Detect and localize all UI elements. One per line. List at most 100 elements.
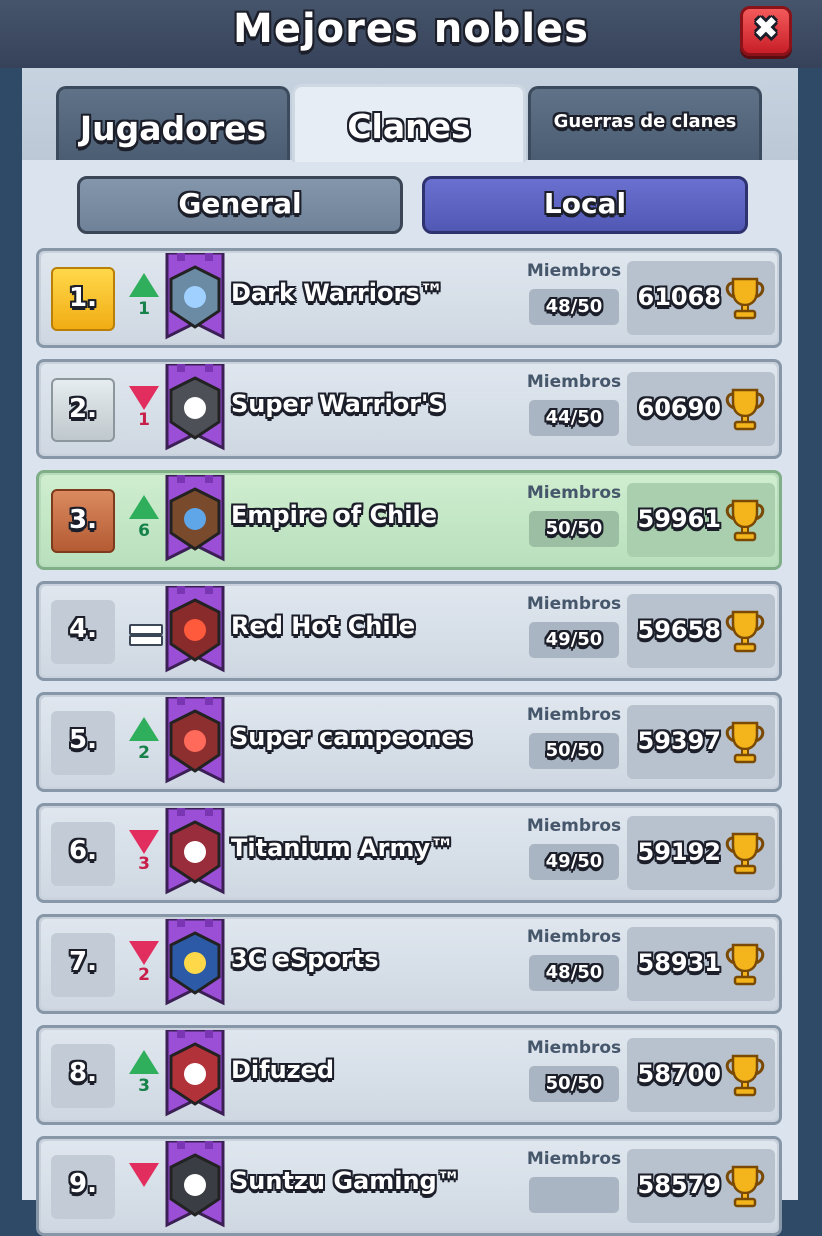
clan-name[interactable]: Dark Warriors™	[231, 279, 444, 307]
members-label: Miembros	[526, 261, 622, 281]
trophy-box: 59192	[627, 816, 775, 890]
tab-guerras-de-clanes[interactable]: Guerras de clanes	[528, 86, 762, 160]
tab-guerras-label: Guerras de clanes	[553, 111, 737, 132]
trend-up-icon	[129, 273, 159, 297]
members-count: 50/50	[545, 740, 603, 761]
clan-badge-icon	[165, 475, 225, 562]
trophy-box: 61068	[627, 261, 775, 335]
trophy-icon	[725, 499, 765, 542]
members-count: 49/50	[545, 629, 603, 650]
rank-change: 3	[138, 854, 150, 874]
clan-name[interactable]: Difuzed	[231, 1056, 334, 1084]
rank-badge: 7.	[51, 933, 115, 997]
clan-badge-icon	[165, 586, 225, 673]
clan-name[interactable]: 3C eSports	[231, 945, 379, 973]
leaderboard-panel: Jugadores Clanes Guerras de clanes Gener…	[22, 68, 798, 1236]
clan-badge-icon	[165, 808, 225, 895]
trophy-count: 58579	[637, 1171, 722, 1199]
segment-local-label: Local	[543, 187, 627, 220]
members-count-box: 50/50	[529, 733, 619, 769]
clan-row[interactable]: 1. 1 Dark Warriors™ Miembros 48/50 61068	[36, 248, 782, 348]
trophy-icon	[725, 832, 765, 875]
clan-badge-icon	[165, 253, 225, 340]
trend-up-icon	[129, 495, 159, 519]
clan-name[interactable]: Empire of Chile	[231, 501, 437, 529]
rank-badge: 2.	[51, 378, 115, 442]
clan-row[interactable]: 3. 6 Empire of Chile Miembros 50/50 59961	[36, 470, 782, 570]
rank-change: 1	[138, 410, 150, 430]
clan-badge-icon	[165, 1141, 225, 1228]
rank-badge: 5.	[51, 711, 115, 775]
trend-up-icon	[129, 717, 159, 741]
tab-jugadores-label: Jugadores	[79, 109, 267, 148]
members-count: 48/50	[545, 962, 603, 983]
clan-name[interactable]: Suntzu Gaming™	[231, 1167, 461, 1195]
members-count-box: 49/50	[529, 622, 619, 658]
trend-down-icon	[129, 941, 159, 965]
members-label: Miembros	[526, 1038, 622, 1058]
tab-jugadores[interactable]: Jugadores	[56, 86, 290, 160]
trophy-icon	[725, 610, 765, 653]
clan-name[interactable]: Super campeones	[231, 723, 472, 751]
rank-number: 2.	[69, 394, 97, 424]
members-count-box	[529, 1177, 619, 1213]
trophy-box: 59961	[627, 483, 775, 557]
rank-badge: 3.	[51, 489, 115, 553]
clan-name[interactable]: Red Hot Chile	[231, 612, 415, 640]
trophy-count: 59397	[637, 727, 722, 755]
rank-badge: 1.	[51, 267, 115, 331]
members-count: 50/50	[545, 1073, 603, 1094]
members-label: Miembros	[526, 594, 622, 614]
trophy-box: 58931	[627, 927, 775, 1001]
members-label: Miembros	[526, 927, 622, 947]
trophy-icon	[725, 277, 765, 320]
clan-row[interactable]: 4. Red Hot Chile Miembros 49/50 59658	[36, 581, 782, 681]
members-count-box: 48/50	[529, 289, 619, 325]
rank-trend	[127, 602, 163, 662]
trend-down-icon	[129, 1163, 159, 1187]
rank-change: 6	[138, 521, 150, 541]
members-label: Miembros	[526, 372, 622, 392]
clan-name[interactable]: Super Warrior'S	[231, 390, 446, 418]
clan-row[interactable]: 7. 2 3C eSports Miembros 48/50 58931	[36, 914, 782, 1014]
clan-row[interactable]: 2. 1 Super Warrior'S Miembros 44/50 60690	[36, 359, 782, 459]
clan-row[interactable]: 6. 3 Titanium Army™ Miembros 49/50 59192	[36, 803, 782, 903]
trophy-box: 59397	[627, 705, 775, 779]
trophy-count: 59658	[637, 616, 722, 644]
clan-row[interactable]: 9. Suntzu Gaming™ Miembros 58579	[36, 1136, 782, 1236]
trophy-count: 61068	[637, 283, 722, 311]
tab-clanes[interactable]: Clanes	[292, 84, 526, 162]
close-button[interactable]: ✖	[740, 6, 792, 56]
trophy-icon	[725, 1054, 765, 1097]
tab-clanes-label: Clanes	[347, 107, 471, 146]
trophy-icon	[725, 1165, 765, 1208]
tab-bar: Jugadores Clanes Guerras de clanes	[22, 68, 798, 162]
trophy-icon	[725, 388, 765, 431]
clan-row[interactable]: 5. 2 Super campeones Miembros 50/50 59397	[36, 692, 782, 792]
close-icon: ✖	[753, 11, 779, 46]
trophy-count: 60690	[637, 394, 722, 422]
members-count: 48/50	[545, 296, 603, 317]
trend-down-icon	[129, 830, 159, 854]
clan-badge-icon	[165, 919, 225, 1006]
rank-number: 7.	[69, 947, 97, 977]
trophy-count: 58700	[637, 1060, 722, 1088]
trophy-icon	[725, 721, 765, 764]
trophy-box: 58700	[627, 1038, 775, 1112]
members-count-box: 50/50	[529, 1066, 619, 1102]
members-label: Miembros	[526, 1149, 622, 1169]
rank-trend: 1	[127, 380, 161, 440]
rank-change: 2	[138, 965, 150, 985]
rank-badge: 8.	[51, 1044, 115, 1108]
segment-local-button[interactable]: Local	[422, 176, 748, 234]
page-title: Mejores nobles	[233, 6, 589, 52]
segment-general-button[interactable]: General	[77, 176, 403, 234]
rank-trend: 3	[127, 824, 161, 884]
members-count: 49/50	[545, 851, 603, 872]
clan-badge-icon	[165, 1030, 225, 1117]
rank-trend: 3	[127, 1046, 161, 1106]
rank-change: 1	[138, 299, 150, 319]
clan-row[interactable]: 8. 3 Difuzed Miembros 50/50 58700	[36, 1025, 782, 1125]
trophy-box: 59658	[627, 594, 775, 668]
clan-name[interactable]: Titanium Army™	[231, 834, 454, 862]
